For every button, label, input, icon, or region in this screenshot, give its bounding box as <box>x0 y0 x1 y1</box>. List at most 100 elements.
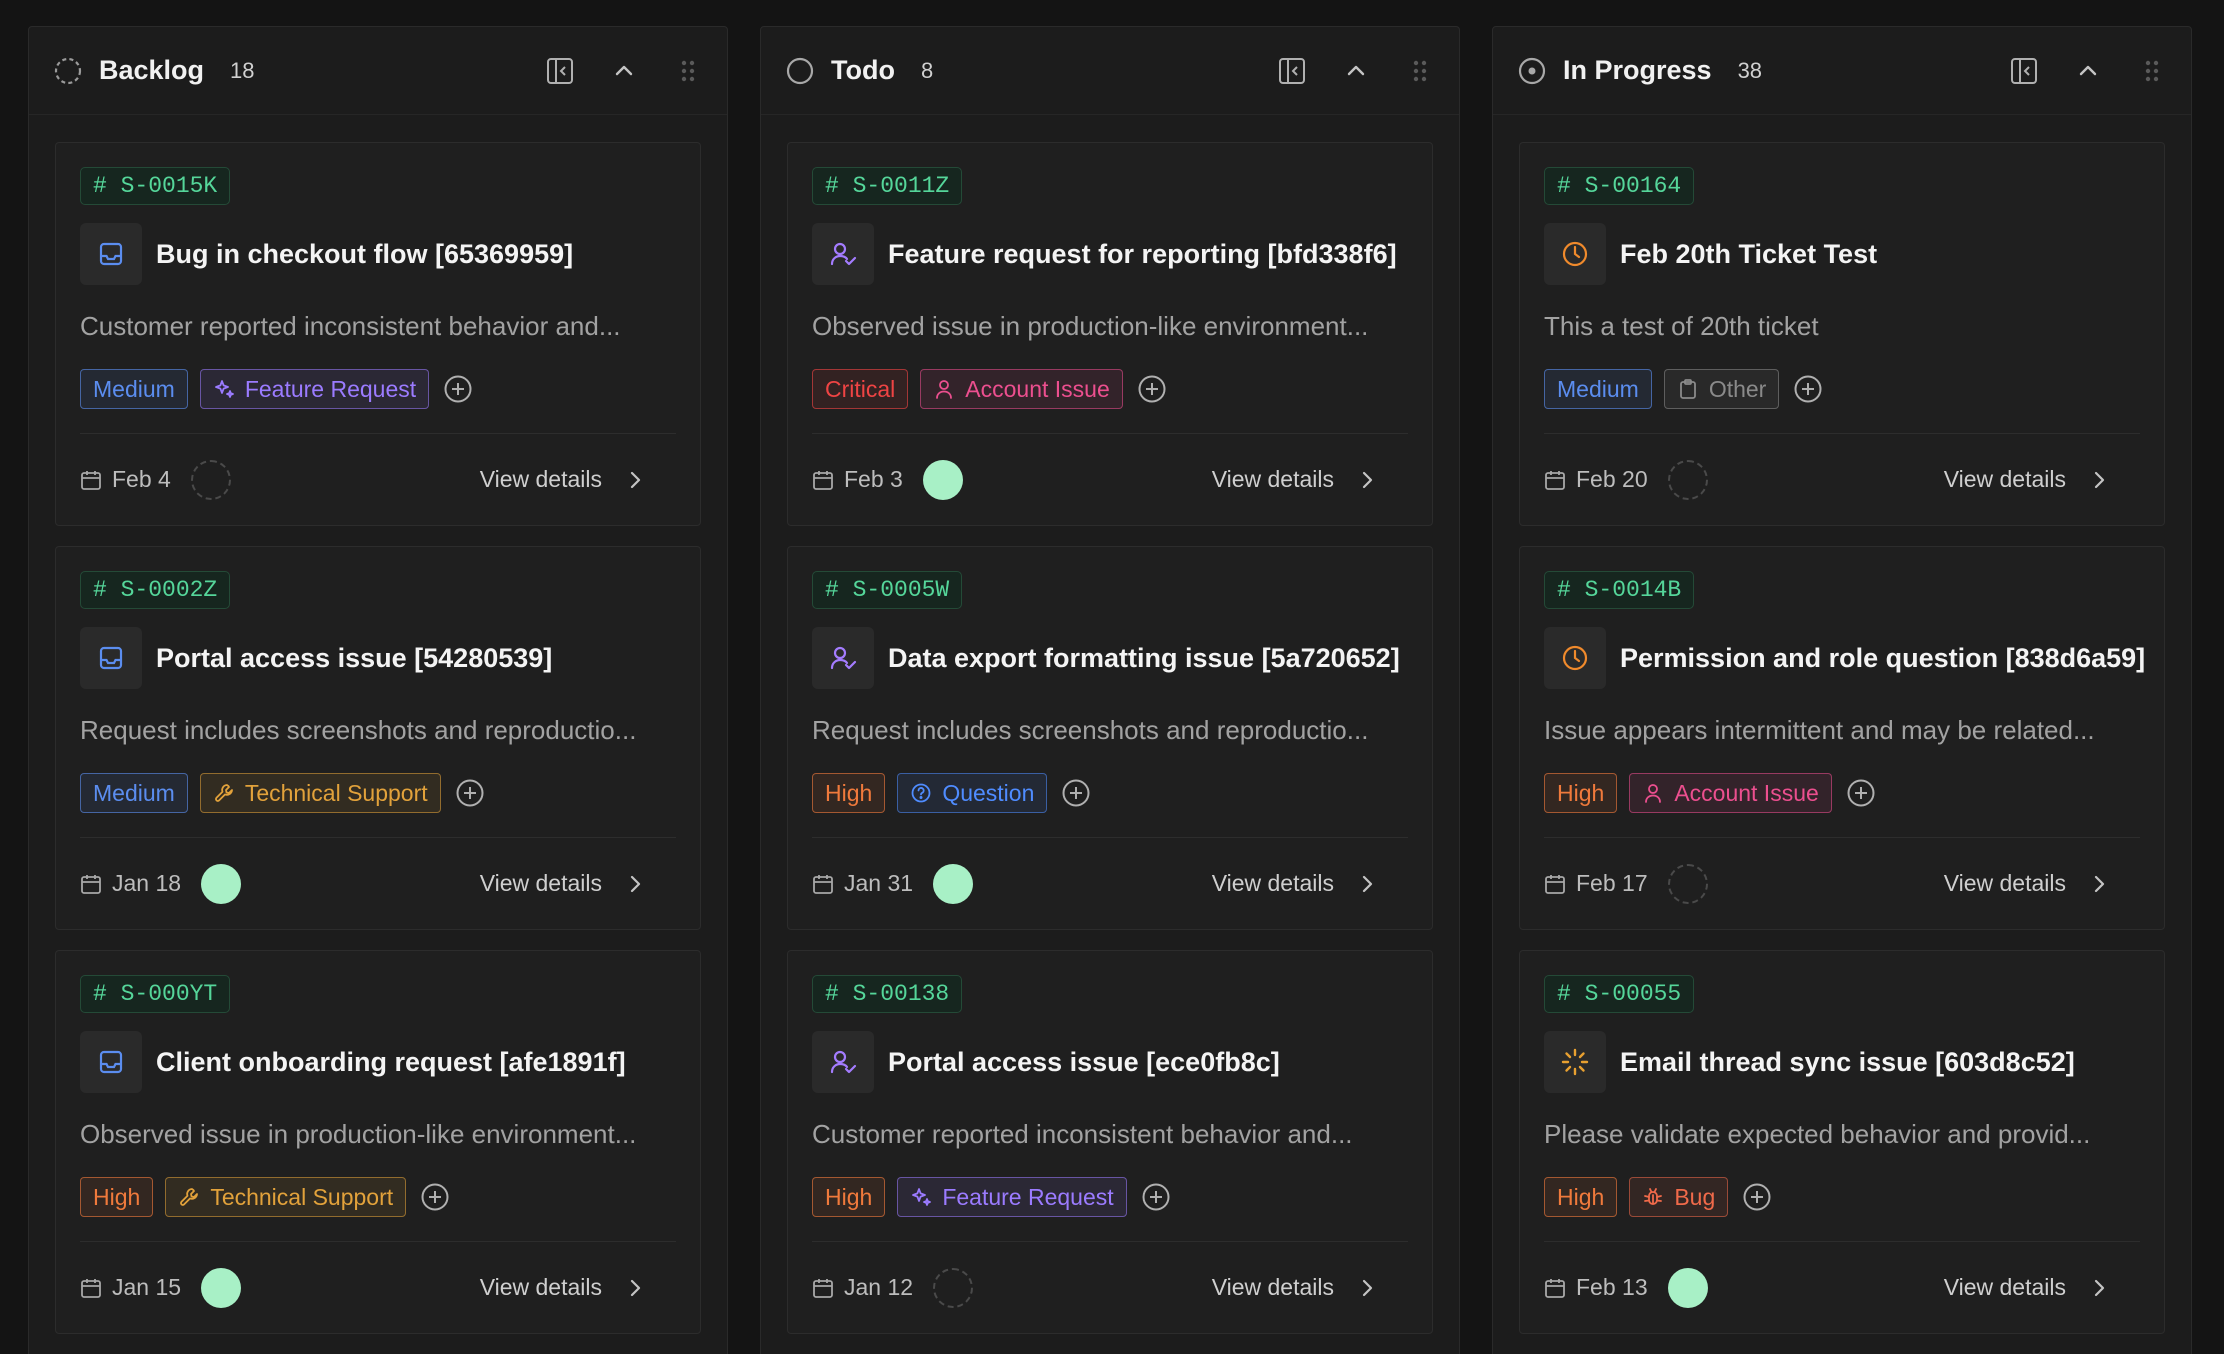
card-footer: Jan 15 View details <box>80 1241 676 1333</box>
plus-circle-icon[interactable] <box>1846 778 1876 808</box>
ticket-id: # S-0002Z <box>80 571 231 609</box>
chevron-right-icon <box>624 1277 646 1299</box>
due-date: Feb 3 <box>812 466 903 493</box>
assignee-avatar[interactable] <box>922 459 963 500</box>
view-details-link[interactable]: View details <box>480 870 646 897</box>
assignee-avatar[interactable] <box>1667 863 1708 904</box>
plus-circle-icon[interactable] <box>443 374 473 404</box>
loader-icon <box>1544 1031 1606 1093</box>
drag-handle-icon[interactable] <box>673 56 703 86</box>
drag-handle-icon[interactable] <box>2137 56 2167 86</box>
plus-circle-icon[interactable] <box>1137 374 1167 404</box>
assignee-avatar[interactable] <box>1667 459 1708 500</box>
priority-label: High <box>1557 1183 1605 1210</box>
panel-collapse-icon[interactable] <box>1277 56 1307 86</box>
category-badge[interactable]: Account Issue <box>1629 773 1832 813</box>
assignee-avatar[interactable] <box>201 1267 242 1308</box>
priority-badge[interactable]: Medium <box>1544 369 1652 409</box>
category-badge[interactable]: Technical Support <box>199 773 441 813</box>
view-details-link[interactable]: View details <box>480 1274 646 1301</box>
chevron-right-icon <box>1356 873 1378 895</box>
panel-collapse-icon[interactable] <box>545 56 575 86</box>
ticket-id: # S-00055 <box>1544 975 1695 1013</box>
priority-badge[interactable]: Critical <box>812 369 909 409</box>
view-details-link[interactable]: View details <box>1944 870 2110 897</box>
view-details-link[interactable]: View details <box>1944 1274 2110 1301</box>
due-date: Feb 13 <box>1544 1274 1648 1301</box>
category-label: Account Issue <box>965 375 1110 402</box>
chevron-up-icon[interactable] <box>2073 56 2103 86</box>
chevron-up-icon[interactable] <box>609 56 639 86</box>
panel-collapse-icon[interactable] <box>2009 56 2039 86</box>
view-details-label: View details <box>1943 1274 2066 1300</box>
chevron-right-icon <box>624 469 646 491</box>
ticket-id: # S-0005W <box>812 571 963 609</box>
view-details-label: View details <box>479 1274 602 1300</box>
clock-icon <box>1544 627 1606 689</box>
card-footer: Feb 17 View details <box>1544 837 2140 929</box>
plus-circle-icon[interactable] <box>420 1182 450 1212</box>
column-backlog: Backlog 18 # S-0015K Bug in checkout flo… <box>28 26 728 1354</box>
priority-badge[interactable]: High <box>1544 773 1618 813</box>
column-count: 18 <box>230 57 255 83</box>
ticket-card[interactable]: # S-00138 Portal access issue [ece0fb8c]… <box>787 950 1433 1334</box>
category-badge[interactable]: Question <box>897 773 1048 813</box>
ticket-card[interactable]: # S-00164 Feb 20th Ticket Test This a te… <box>1519 142 2165 526</box>
category-badge[interactable]: Technical Support <box>165 1177 407 1217</box>
dot-circle-icon <box>1517 56 1547 86</box>
plus-circle-icon[interactable] <box>455 778 485 808</box>
user-icon <box>1642 782 1664 804</box>
ticket-card[interactable]: # S-0005W Data export formatting issue [… <box>787 546 1433 930</box>
ticket-card[interactable]: # S-0014B Permission and role question [… <box>1519 546 2165 930</box>
category-badge[interactable]: Feature Request <box>897 1177 1127 1217</box>
category-badge[interactable]: Other <box>1663 369 1780 409</box>
column-todo: Todo 8 # S-0011Z Feature request for rep… <box>760 26 1460 1354</box>
priority-label: Medium <box>1557 375 1639 402</box>
wrench-icon <box>213 782 235 804</box>
view-details-label: View details <box>1943 870 2066 896</box>
ticket-card[interactable]: # S-0002Z Portal access issue [54280539]… <box>55 546 701 930</box>
plus-circle-icon[interactable] <box>1742 1182 1772 1212</box>
chevron-up-icon[interactable] <box>1341 56 1371 86</box>
view-details-link[interactable]: View details <box>1944 466 2110 493</box>
priority-badge[interactable]: High <box>1544 1177 1618 1217</box>
category-badge[interactable]: Account Issue <box>920 369 1123 409</box>
date-label: Feb 20 <box>1576 466 1648 492</box>
assignee-avatar[interactable] <box>190 459 231 500</box>
plus-circle-icon[interactable] <box>1061 778 1091 808</box>
column-title: Backlog <box>99 55 205 85</box>
ticket-card[interactable]: # S-000YT Client onboarding request [afe… <box>55 950 701 1334</box>
ticket-title: Email thread sync issue [603d8c52] <box>1620 1046 2075 1077</box>
assignee-avatar[interactable] <box>201 863 242 904</box>
priority-badge[interactable]: High <box>812 1177 886 1217</box>
category-badge[interactable]: Feature Request <box>199 369 430 409</box>
priority-badge[interactable]: Medium <box>80 369 188 409</box>
category-badge[interactable]: Bug <box>1629 1177 1729 1217</box>
ticket-card[interactable]: # S-0015K Bug in checkout flow [65369959… <box>55 142 701 526</box>
assignee-avatar[interactable] <box>1667 1267 1708 1308</box>
assignee-avatar[interactable] <box>933 863 974 904</box>
column-actions <box>545 56 703 86</box>
category-label: Question <box>942 779 1035 806</box>
view-details-link[interactable]: View details <box>1212 870 1378 897</box>
sparkles-icon <box>213 378 235 400</box>
drag-handle-icon[interactable] <box>1405 56 1435 86</box>
card-footer: Jan 31 View details <box>812 837 1408 929</box>
priority-badge[interactable]: Medium <box>80 773 188 813</box>
priority-badge[interactable]: High <box>80 1177 154 1217</box>
plus-circle-icon[interactable] <box>1793 374 1823 404</box>
plus-circle-icon[interactable] <box>1141 1182 1171 1212</box>
ticket-card[interactable]: # S-00055 Email thread sync issue [603d8… <box>1519 950 2165 1334</box>
calendar-icon <box>812 1277 834 1299</box>
chevron-right-icon <box>1356 469 1378 491</box>
priority-badge[interactable]: High <box>812 773 886 813</box>
assignee-avatar[interactable] <box>933 1267 974 1308</box>
priority-label: High <box>825 779 873 806</box>
ticket-title: Portal access issue [54280539] <box>156 642 553 673</box>
view-details-link[interactable]: View details <box>480 466 646 493</box>
view-details-link[interactable]: View details <box>1212 1274 1378 1301</box>
date-label: Feb 4 <box>112 466 171 492</box>
ticket-card[interactable]: # S-0011Z Feature request for reporting … <box>787 142 1433 526</box>
ticket-description: Customer reported inconsistent behavior … <box>812 1119 1353 1149</box>
view-details-link[interactable]: View details <box>1212 466 1378 493</box>
